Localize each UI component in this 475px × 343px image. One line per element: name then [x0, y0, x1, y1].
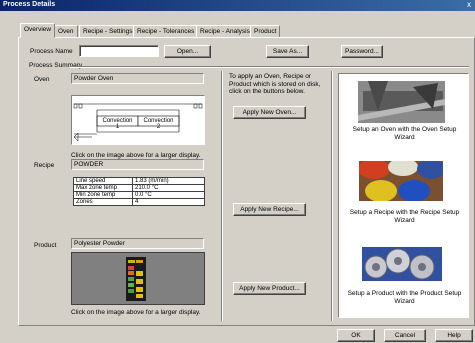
product-wizard-caption[interactable]: Setup a Product with the Product Setup W… — [342, 290, 467, 306]
product-image[interactable] — [71, 252, 205, 305]
recipe-prop-value: 4 — [132, 198, 205, 206]
open-button[interactable]: Open... — [164, 45, 211, 58]
password-button[interactable]: Password... — [341, 45, 383, 58]
recipe-properties-table: Line speed 1.83 (m/min) Max zone temp 210.… — [73, 177, 205, 206]
recipe-wizard-image[interactable] — [359, 161, 443, 201]
recipe-prop-name: Line speed — [73, 177, 133, 185]
product-wizard-image[interactable] — [362, 247, 442, 281]
window-title-bar[interactable]: Process Details — [0, 0, 475, 11]
ok-button[interactable]: OK — [337, 329, 375, 342]
recipe-prop-value: 0.0 °C — [132, 191, 205, 199]
recipe-prop-name: Min zone temp — [73, 191, 133, 199]
column-divider — [221, 71, 222, 321]
cancel-button[interactable]: Cancel — [384, 329, 426, 342]
recipe-prop-value: 1.83 (m/min) — [132, 177, 205, 185]
process-name-label: Process Name — [30, 48, 73, 55]
apply-new-product-button[interactable]: Apply New Product... — [233, 282, 306, 295]
recipe-wizard-caption[interactable]: Setup a Recipe with the Recipe Setup Wiz… — [342, 209, 467, 225]
oven-value: Powder Oven — [71, 73, 204, 84]
help-button[interactable]: Help — [435, 329, 473, 342]
recipe-label: Recipe — [34, 162, 55, 169]
table-row: Zones 4 — [73, 198, 205, 206]
save-as-button[interactable]: Save As... — [266, 45, 309, 58]
oven-zone-1: Convection 1 — [102, 118, 133, 130]
close-icon[interactable]: x — [465, 1, 473, 9]
product-image-hint: Click on the image above for a larger di… — [71, 309, 201, 316]
product-label: Product — [34, 242, 57, 249]
table-row: Line speed 1.83 (m/min) — [73, 177, 205, 185]
tab-recipe-settings[interactable]: Recipe - Settings — [79, 25, 137, 37]
oven-wizard-image[interactable] — [358, 81, 445, 123]
oven-image[interactable]: Convection 1 Convection 2 — [71, 95, 205, 145]
oven-wizard-caption[interactable]: Setup an Oven with the Oven Setup Wizard — [342, 126, 467, 142]
recipe-value: POWDER — [71, 159, 204, 170]
wizard-panel: Setup an Oven with the Oven Setup Wizard… — [338, 73, 469, 318]
tab-oven[interactable]: Oven — [54, 25, 78, 37]
tab-recipe-tolerances[interactable]: Recipe - Tolerances — [133, 25, 199, 37]
tab-overview[interactable]: Overview — [20, 23, 56, 38]
product-part-graphic — [126, 257, 146, 301]
oven-zone-2: Convection 2 — [143, 118, 174, 130]
summary-divider — [70, 66, 469, 67]
apply-instructions: To apply an Oven, Recipe or Product whic… — [229, 73, 321, 95]
tab-product[interactable]: Product — [250, 25, 281, 37]
recipe-prop-name: Max zone temp — [73, 184, 133, 192]
table-row: Max zone temp 210.0 °C — [73, 184, 205, 192]
oven-diagram — [73, 103, 203, 142]
process-name-input[interactable] — [79, 45, 159, 57]
product-value: Polyester Powder — [71, 238, 204, 249]
recipe-prop-value: 210.0 °C — [132, 184, 205, 192]
apply-new-recipe-button[interactable]: Apply New Recipe... — [233, 203, 306, 216]
recipe-prop-name: Zones — [73, 198, 133, 206]
window-title: Process Details — [3, 1, 56, 8]
column-divider-right — [331, 71, 332, 321]
tab-recipe-analysis[interactable]: Recipe - Analysis — [196, 25, 254, 37]
table-row: Min zone temp 0.0 °C — [73, 191, 205, 199]
oven-label: Oven — [34, 76, 50, 83]
apply-new-oven-button[interactable]: Apply New Oven... — [233, 106, 306, 119]
